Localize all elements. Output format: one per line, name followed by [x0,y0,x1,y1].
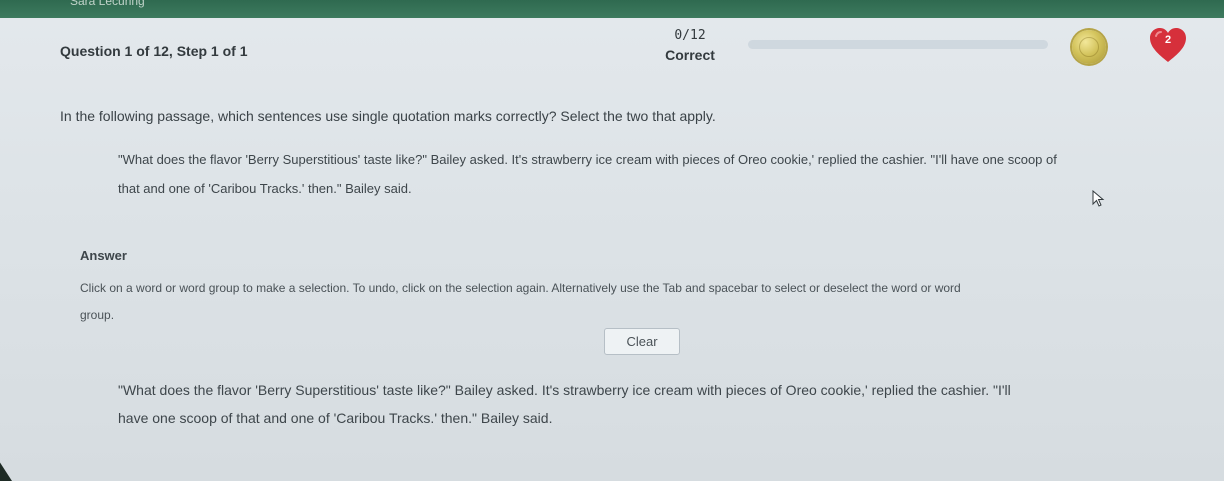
answer-heading: Answer [80,248,127,263]
passage-line: that and one of 'Caribou Tracks.' then."… [118,181,412,196]
coin-icon [1072,30,1106,64]
instructions-line: Click on a word or word group to make a … [80,281,961,295]
question-prompt: In the following passage, which sentence… [60,108,716,124]
question-step-label: Question 1 of 12, Step 1 of 1 [60,43,248,59]
selectable-line[interactable]: "What does the flavor 'Berry Superstitio… [118,376,1178,404]
progress-status: Correct [665,47,715,63]
screen: Sara Lecuring Question 1 of 12, Step 1 o… [0,0,1224,481]
progress-bar [748,40,1048,49]
browser-tab-strip: Sara Lecuring [0,0,1224,18]
progress-count: 0/12 [674,28,706,43]
answer-instructions: Click on a word or word group to make a … [80,275,1160,329]
selectable-passage[interactable]: "What does the flavor 'Berry Superstitio… [118,376,1178,432]
clear-button[interactable]: Clear [604,328,680,355]
passage-line: "What does the flavor 'Berry Superstitio… [118,152,1057,167]
instructions-line: group. [80,308,115,322]
question-panel: Question 1 of 12, Step 1 of 1 0/12 Corre… [0,18,1224,481]
browser-tab-title[interactable]: Sara Lecuring [70,0,145,8]
hearts-count: 2 [1164,34,1172,46]
selectable-line[interactable]: have one scoop of that and one of 'Carib… [118,404,1178,432]
hearts-indicator: 2 [1148,26,1188,66]
mouse-pointer-icon [1092,190,1105,207]
question-passage: "What does the flavor 'Berry Superstitio… [118,145,1198,203]
coin-inner-ring [1079,37,1099,57]
heart-icon [1150,28,1186,62]
